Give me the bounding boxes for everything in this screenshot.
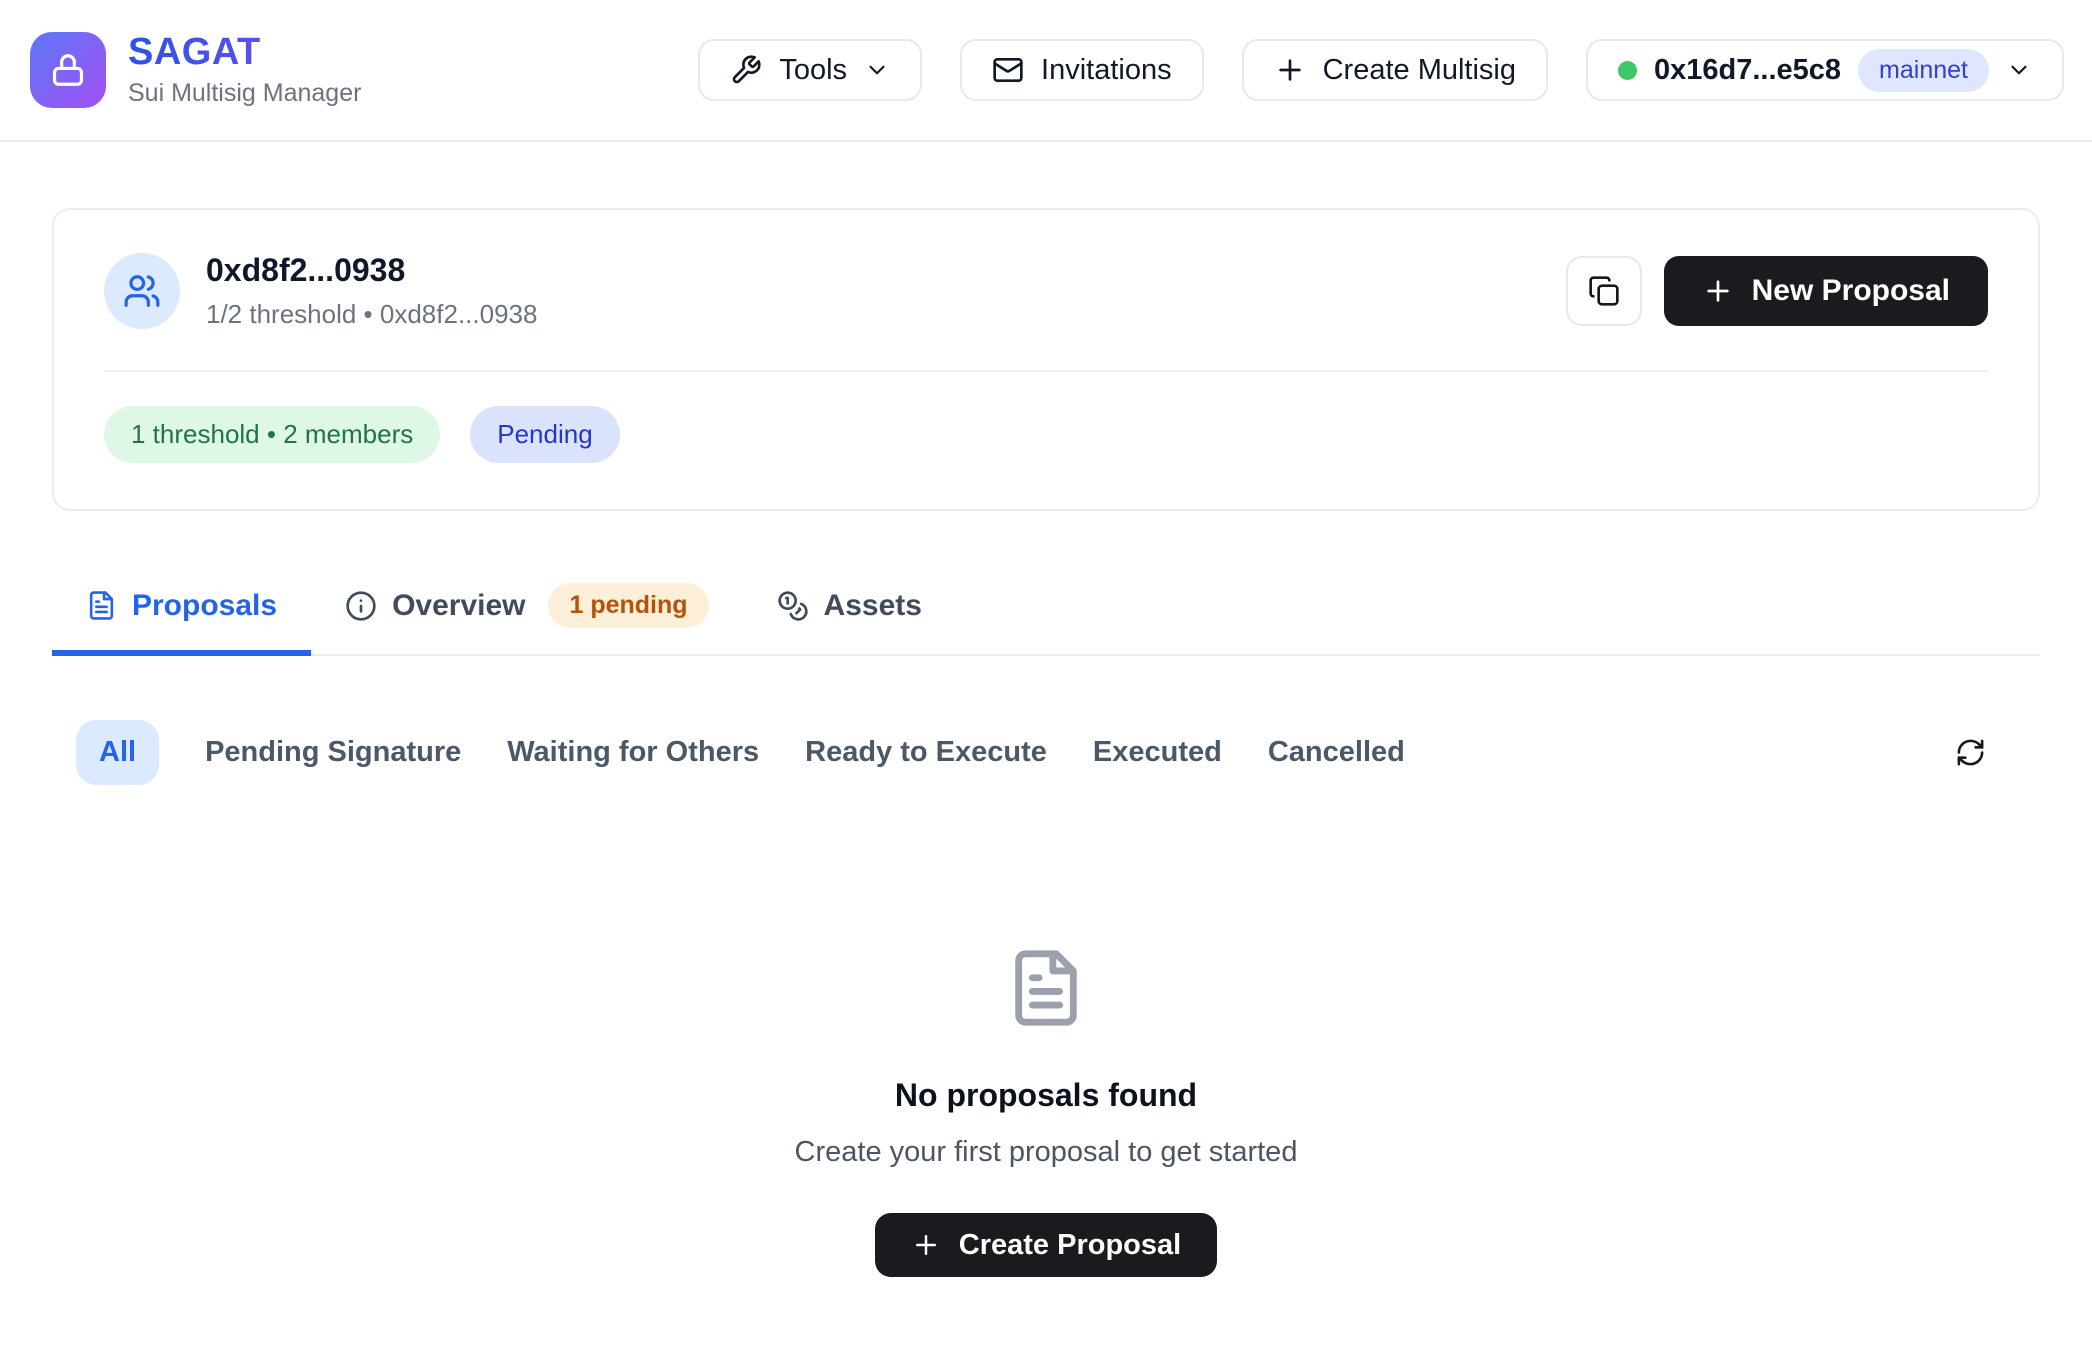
- mail-icon: [992, 54, 1024, 86]
- multisig-threshold-subtitle: 1/2 threshold • 0xd8f2...0938: [206, 299, 537, 330]
- app-title: SAGAT: [128, 32, 361, 74]
- proposal-filters: All Pending Signature Waiting for Others…: [52, 720, 2040, 785]
- create-multisig-label: Create Multisig: [1323, 54, 1516, 87]
- multisig-identity: 0xd8f2...0938 1/2 threshold • 0xd8f2...0…: [104, 252, 537, 330]
- multisig-card: 0xd8f2...0938 1/2 threshold • 0xd8f2...0…: [52, 208, 2040, 511]
- membership-badge: 1 threshold • 2 members: [104, 406, 440, 463]
- copy-icon: [1588, 275, 1620, 307]
- status-badge: Pending: [470, 406, 619, 463]
- empty-state-subtitle: Create your first proposal to get starte…: [795, 1136, 1298, 1169]
- tab-bar: Proposals Overview 1 pending Assets: [52, 571, 2040, 656]
- filter-executed[interactable]: Executed: [1093, 736, 1222, 769]
- info-icon: [345, 590, 377, 622]
- filter-waiting-for-others[interactable]: Waiting for Others: [507, 736, 759, 769]
- refresh-icon: [1955, 737, 1986, 768]
- app-tagline: Sui Multisig Manager: [128, 79, 361, 108]
- tab-overview-label: Overview: [392, 589, 525, 623]
- tab-assets-label: Assets: [824, 589, 922, 623]
- tab-proposals[interactable]: Proposals: [52, 571, 311, 654]
- filter-pending-signature[interactable]: Pending Signature: [205, 736, 461, 769]
- users-icon: [123, 272, 161, 310]
- filter-ready-to-execute[interactable]: Ready to Execute: [805, 736, 1047, 769]
- create-multisig-button[interactable]: Create Multisig: [1242, 39, 1548, 101]
- refresh-button[interactable]: [1949, 731, 1992, 774]
- connection-status-dot: [1618, 61, 1637, 80]
- tools-button[interactable]: Tools: [698, 39, 922, 101]
- brand-text: SAGAT Sui Multisig Manager: [128, 32, 361, 109]
- chevron-down-icon: [864, 57, 890, 83]
- pending-count-badge: 1 pending: [548, 583, 708, 628]
- multisig-card-actions: New Proposal: [1566, 256, 1988, 326]
- brand[interactable]: SAGAT Sui Multisig Manager: [30, 32, 361, 109]
- main-content: 0xd8f2...0938 1/2 threshold • 0xd8f2...0…: [0, 208, 2092, 1277]
- tab-overview[interactable]: Overview 1 pending: [311, 571, 742, 654]
- empty-state-title: No proposals found: [895, 1077, 1197, 1114]
- card-divider: [104, 370, 1988, 372]
- plus-icon: [911, 1230, 941, 1260]
- app-logo: [30, 32, 106, 108]
- file-text-icon: [86, 590, 117, 621]
- topbar-actions: Tools Invitations Create Multisig 0x16d7…: [698, 39, 2064, 101]
- multisig-address-title: 0xd8f2...0938: [206, 252, 537, 289]
- network-badge: mainnet: [1858, 49, 1989, 92]
- empty-state: No proposals found Create your first pro…: [52, 947, 2040, 1277]
- tools-label: Tools: [779, 54, 847, 87]
- new-proposal-button[interactable]: New Proposal: [1664, 256, 1988, 326]
- wallet-address: 0x16d7...e5c8: [1654, 54, 1841, 87]
- tab-assets[interactable]: Assets: [743, 571, 956, 654]
- plus-icon: [1702, 275, 1734, 307]
- header: SAGAT Sui Multisig Manager Tools Invitat…: [0, 0, 2092, 142]
- multisig-card-header: 0xd8f2...0938 1/2 threshold • 0xd8f2...0…: [104, 252, 1988, 330]
- coins-icon: [777, 590, 809, 622]
- document-icon: [1005, 947, 1087, 1029]
- new-proposal-label: New Proposal: [1752, 274, 1950, 308]
- tab-proposals-label: Proposals: [132, 589, 277, 623]
- filter-all[interactable]: All: [76, 720, 159, 785]
- multisig-badges: 1 threshold • 2 members Pending: [104, 406, 1988, 463]
- create-proposal-label: Create Proposal: [959, 1229, 1181, 1262]
- lock-icon: [49, 51, 87, 89]
- wallet-button[interactable]: 0x16d7...e5c8 mainnet: [1586, 39, 2064, 101]
- invitations-label: Invitations: [1041, 54, 1172, 87]
- invitations-button[interactable]: Invitations: [960, 39, 1204, 101]
- multisig-titles: 0xd8f2...0938 1/2 threshold • 0xd8f2...0…: [206, 252, 537, 330]
- chevron-down-icon: [2006, 57, 2032, 83]
- filter-cancelled[interactable]: Cancelled: [1268, 736, 1405, 769]
- plus-icon: [1274, 54, 1306, 86]
- wrench-icon: [730, 54, 762, 86]
- create-proposal-button[interactable]: Create Proposal: [875, 1213, 1217, 1277]
- multisig-avatar: [104, 253, 180, 329]
- copy-address-button[interactable]: [1566, 256, 1642, 326]
